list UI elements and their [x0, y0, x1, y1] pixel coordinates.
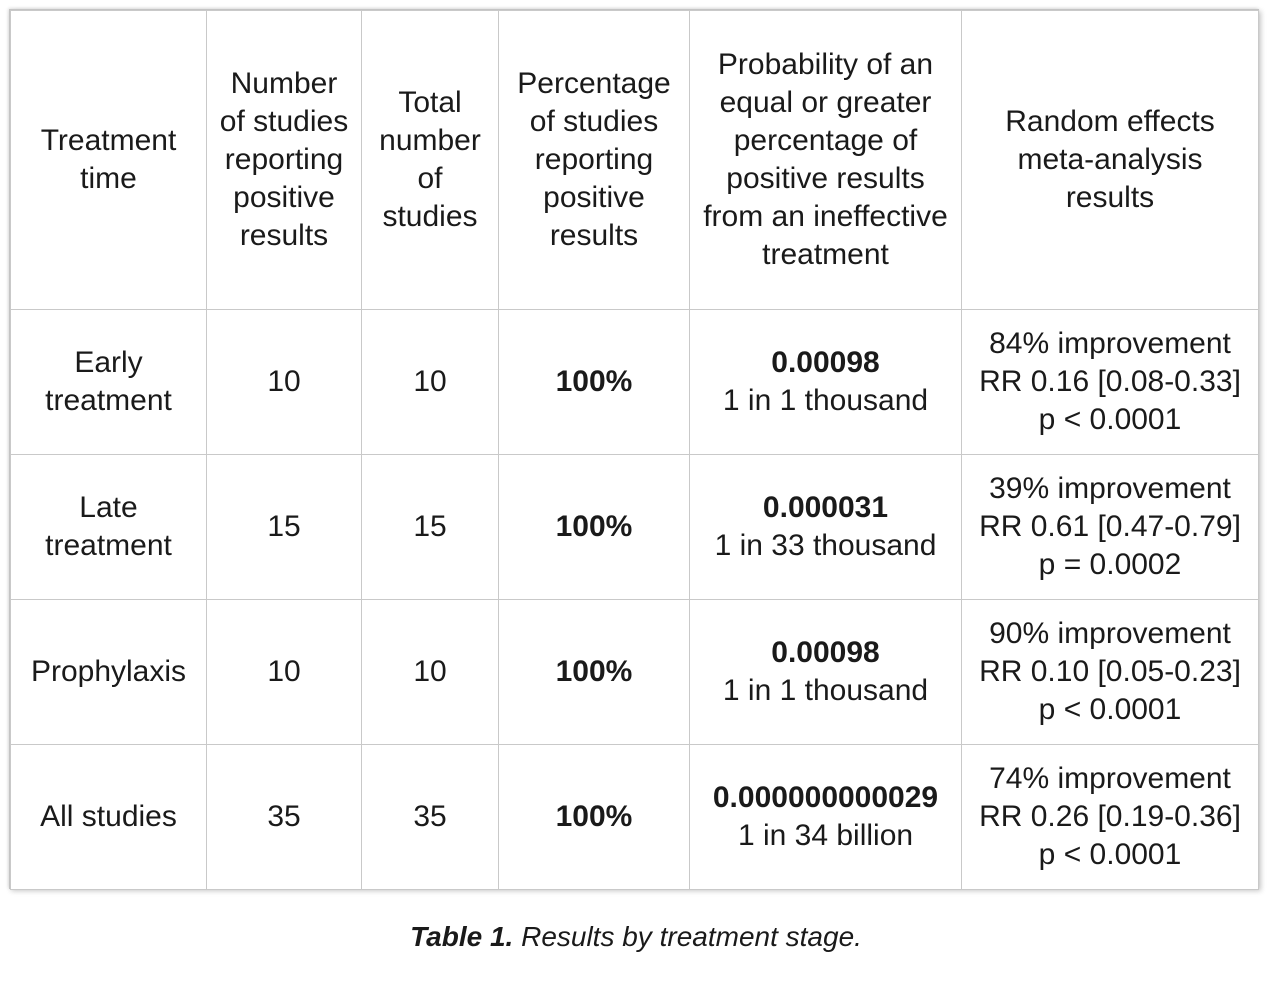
cell-studies-positive: 15 [206, 454, 362, 600]
column-header-treatment-time: Treatment time [10, 10, 207, 310]
cell-percentage-positive: 100% [498, 599, 690, 745]
table-row: Early treatment 10 10 100% 0.00098 1 in … [10, 309, 1259, 455]
cell-meta-analysis: 39% improvement RR 0.61 [0.47-0.79] p = … [961, 454, 1259, 600]
cell-probability: 0.000000000029 1 in 34 billion [689, 744, 962, 890]
cell-total-studies: 35 [361, 744, 499, 890]
cell-treatment-time: Prophylaxis [10, 599, 207, 745]
cell-total-studies: 10 [361, 599, 499, 745]
risk-ratio: RR 0.26 [0.19-0.36] [979, 800, 1241, 833]
cell-probability: 0.00098 1 in 1 thousand [689, 599, 962, 745]
improvement-line: 74% improvement [970, 760, 1250, 798]
improvement-label: improvement [1049, 617, 1231, 650]
cell-treatment-time: All studies [10, 744, 207, 890]
table-row: Prophylaxis 10 10 100% 0.00098 1 in 1 th… [10, 599, 1259, 745]
improvement-line: 84% improvement [970, 325, 1250, 363]
probability-words: 1 in 34 billion [737, 819, 914, 852]
probability-words: 1 in 33 thousand [714, 529, 937, 562]
table-caption: Table 1. Results by treatment stage. [0, 920, 1272, 954]
caption-text: Results by treatment stage. [513, 921, 862, 952]
cell-treatment-time: Late treatment [10, 454, 207, 600]
probability-words: 1 in 1 thousand [722, 384, 929, 417]
cell-treatment-time: Early treatment [10, 309, 207, 455]
improvement-value: 84% [989, 327, 1050, 360]
table-row: All studies 35 35 100% 0.000000000029 1 … [10, 744, 1259, 890]
cell-studies-positive: 10 [206, 599, 362, 745]
improvement-label: improvement [1049, 762, 1231, 795]
cell-percentage-positive: 100% [498, 744, 690, 890]
cell-percentage-positive: 100% [498, 454, 690, 600]
column-header-probability: Probability of an equal or greater perce… [689, 10, 962, 310]
cell-meta-analysis: 90% improvement RR 0.10 [0.05-0.23] p < … [961, 599, 1259, 745]
cell-studies-positive: 10 [206, 309, 362, 455]
p-value: p < 0.0001 [1038, 838, 1182, 871]
table-row: Late treatment 15 15 100% 0.000031 1 in … [10, 454, 1259, 600]
cell-percentage-positive: 100% [498, 309, 690, 455]
cell-meta-analysis: 74% improvement RR 0.26 [0.19-0.36] p < … [961, 744, 1259, 890]
probability-value: 0.000000000029 [712, 781, 939, 814]
improvement-label: improvement [1049, 327, 1231, 360]
cell-studies-positive: 35 [206, 744, 362, 890]
improvement-value: 90% [989, 617, 1050, 650]
results-table-container: Treatment time Number of studies reporti… [9, 9, 1259, 890]
probability-value: 0.00098 [771, 636, 880, 669]
improvement-value: 39% [989, 472, 1050, 505]
column-header-total-studies: Total number of studies [361, 10, 499, 310]
cell-meta-analysis: 84% improvement RR 0.16 [0.08-0.33] p < … [961, 309, 1259, 455]
cell-total-studies: 15 [361, 454, 499, 600]
column-header-meta-analysis: Random effects meta-analysis results [961, 10, 1259, 310]
column-header-studies-positive: Number of studies reporting positive res… [206, 10, 362, 310]
improvement-label: improvement [1049, 472, 1231, 505]
risk-ratio: RR 0.61 [0.47-0.79] [979, 510, 1241, 543]
caption-label: Table 1. [410, 921, 514, 952]
table-figure-page: Treatment time Number of studies reporti… [0, 0, 1272, 982]
risk-ratio: RR 0.16 [0.08-0.33] [979, 365, 1241, 398]
p-value: p = 0.0002 [1038, 548, 1182, 581]
cell-total-studies: 10 [361, 309, 499, 455]
column-header-percentage-positive: Percentage of studies reporting positive… [498, 10, 690, 310]
improvement-value: 74% [989, 762, 1050, 795]
table-header: Treatment time Number of studies reporti… [10, 10, 1259, 310]
probability-value: 0.00098 [771, 346, 880, 379]
header-row: Treatment time Number of studies reporti… [10, 10, 1259, 310]
p-value: p < 0.0001 [1038, 693, 1182, 726]
p-value: p < 0.0001 [1038, 403, 1182, 436]
table-body: Early treatment 10 10 100% 0.00098 1 in … [10, 309, 1259, 890]
cell-probability: 0.000031 1 in 33 thousand [689, 454, 962, 600]
improvement-line: 39% improvement [970, 470, 1250, 508]
cell-probability: 0.00098 1 in 1 thousand [689, 309, 962, 455]
probability-words: 1 in 1 thousand [722, 674, 929, 707]
results-table: Treatment time Number of studies reporti… [10, 10, 1259, 890]
risk-ratio: RR 0.10 [0.05-0.23] [979, 655, 1241, 688]
probability-value: 0.000031 [762, 491, 889, 524]
improvement-line: 90% improvement [970, 615, 1250, 653]
